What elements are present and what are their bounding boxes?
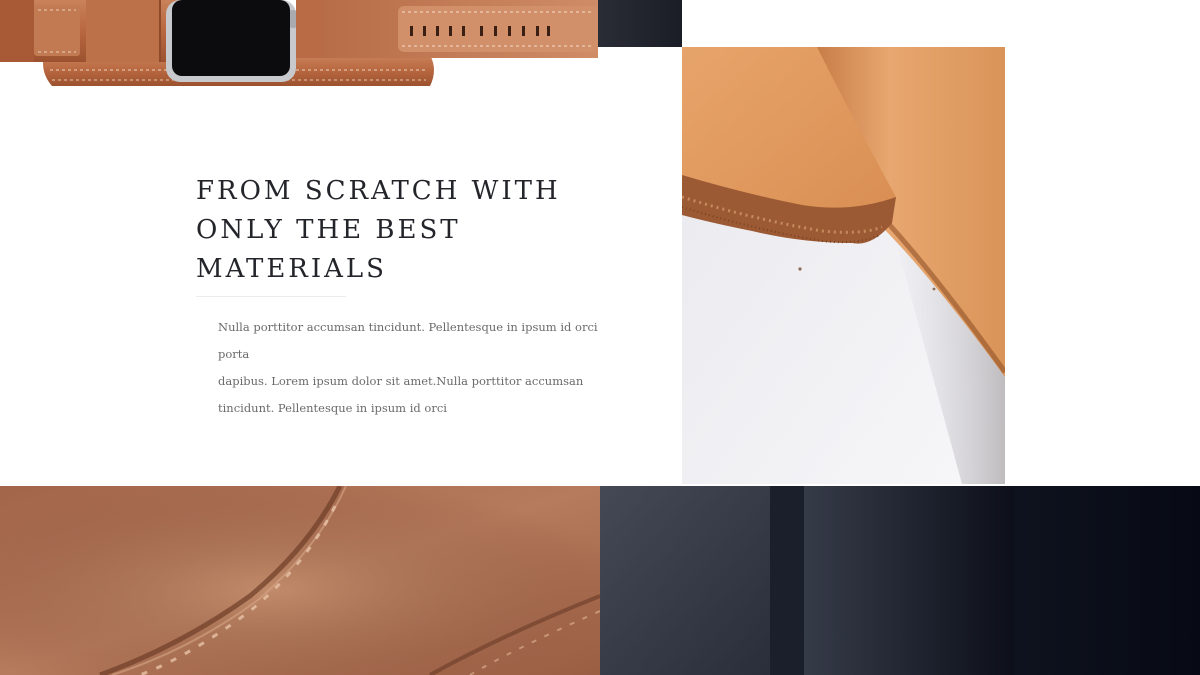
page: FROM SCRATCH WITH ONLY THE BEST MATERIAL… xyxy=(0,0,1200,675)
top-dark-strip xyxy=(596,0,682,47)
dark-panel xyxy=(600,486,1200,675)
paragraph-line: Nulla porttitor accumsan tincidunt. Pell… xyxy=(218,320,598,361)
heading-divider xyxy=(196,296,346,297)
watch-photo xyxy=(0,0,598,86)
heading-line: ONLY THE BEST xyxy=(196,215,461,245)
leather-edge-photo xyxy=(682,47,1005,484)
heading-line: MATERIALS xyxy=(196,254,387,284)
paragraph-line: tincidunt. Pellentesque in ipsum id orci xyxy=(218,401,447,415)
section-heading: FROM SCRATCH WITH ONLY THE BEST MATERIAL… xyxy=(196,172,616,289)
stitched-leather-photo xyxy=(0,486,600,675)
heading-line: FROM SCRATCH WITH xyxy=(196,176,561,206)
section-paragraph: Nulla porttitor accumsan tincidunt. Pell… xyxy=(218,314,608,422)
paragraph-line: dapibus. Lorem ipsum dolor sit amet.Null… xyxy=(218,374,584,388)
